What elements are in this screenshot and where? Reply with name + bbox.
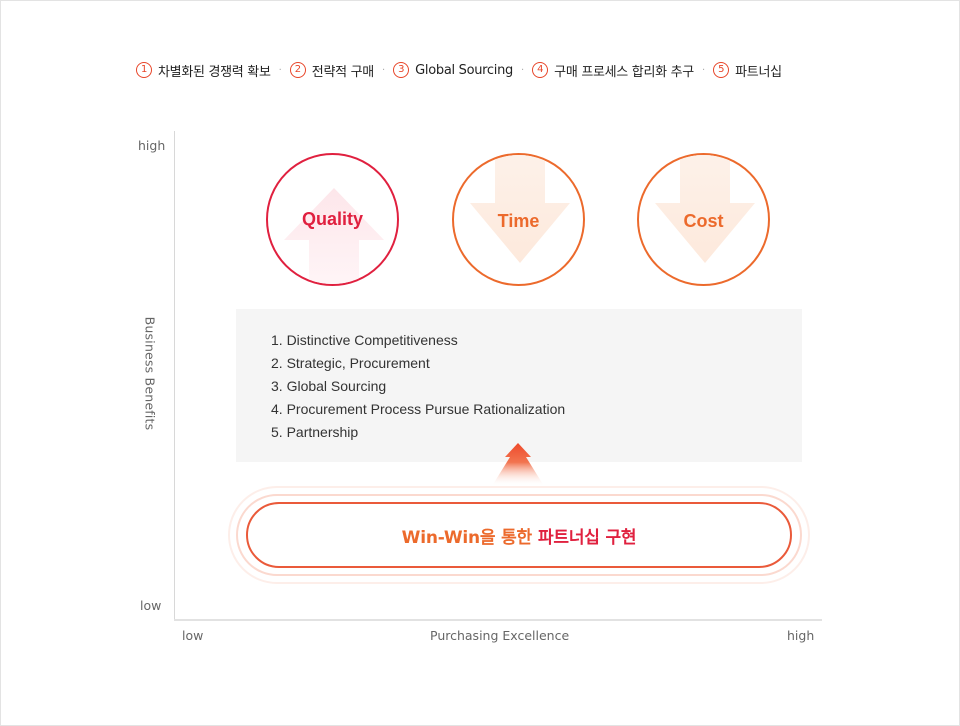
time-circle: Time: [452, 153, 585, 286]
number-badge-2: 2: [289, 62, 306, 78]
y-axis-title: Business Benefits: [142, 316, 158, 431]
arrow-up-shape: [284, 188, 384, 284]
legend-label: 전략적 구매: [311, 64, 374, 80]
legend-label: 파트너십: [735, 64, 782, 80]
list-item: 2. Strategic, Procurement: [271, 355, 430, 371]
number-badge-5: 5: [713, 62, 730, 78]
strategy-list: 1. Distinctive Competitiveness 2. Strate…: [271, 329, 565, 444]
quality-circle: Quality: [266, 153, 399, 286]
quality-label: Quality: [301, 209, 363, 229]
goal-text-part1: Win-Win을 통한: [401, 527, 532, 548]
separator-dot: ·: [278, 64, 282, 76]
legend-item-2: 2 전략적 구매: [289, 61, 374, 80]
legend-item-4: 4 구매 프로세스 합리화 추구: [532, 61, 694, 80]
number-badge-3: 3: [393, 62, 410, 78]
time-label: Time: [497, 211, 540, 231]
legend-item-3: 3 Global Sourcing: [393, 62, 513, 78]
goal-pill: Win-Win을 통한 파트너십 구현: [246, 502, 792, 568]
arrow-up-icon: [492, 443, 544, 486]
y-axis-line: [174, 131, 175, 620]
legend-label: 차별화된 경쟁력 확보: [158, 64, 271, 80]
x-axis-line: [174, 619, 822, 621]
legend-item-5: 5 파트너십: [713, 61, 782, 80]
number-badge-1: 1: [136, 62, 152, 78]
list-item: 4. Procurement Process Pursue Rationaliz…: [271, 401, 566, 417]
y-axis-low-label: low: [140, 598, 162, 613]
x-axis-title: Purchasing Excellence: [430, 628, 570, 643]
separator-dot: ·: [381, 64, 386, 76]
x-axis-high-label: high: [787, 628, 815, 643]
list-item: 1. Distinctive Competitiveness: [271, 332, 458, 348]
separator-dot: ·: [701, 64, 706, 76]
arrow-down-shape: [655, 155, 755, 263]
legend: 1 차별화된 경쟁력 확보 · 2 전략적 구매 · 3 Global Sour…: [136, 60, 782, 80]
cost-circle: Cost: [637, 153, 770, 286]
legend-label: Global Sourcing: [415, 62, 513, 78]
separator-dot: ·: [520, 64, 525, 76]
legend-label: 구매 프로세스 합리화 추구: [554, 64, 694, 80]
number-badge-4: 4: [532, 62, 549, 78]
cost-label: Cost: [683, 211, 724, 231]
goal-text-part2: 파트너십 구현: [537, 527, 637, 548]
y-axis-high-label: high: [138, 138, 166, 153]
legend-item-1: 1 차별화된 경쟁력 확보: [136, 61, 271, 80]
x-axis-low-label: low: [182, 628, 204, 643]
list-item: 3. Global Sourcing: [271, 378, 387, 394]
arrow-down-shape: [470, 155, 570, 263]
